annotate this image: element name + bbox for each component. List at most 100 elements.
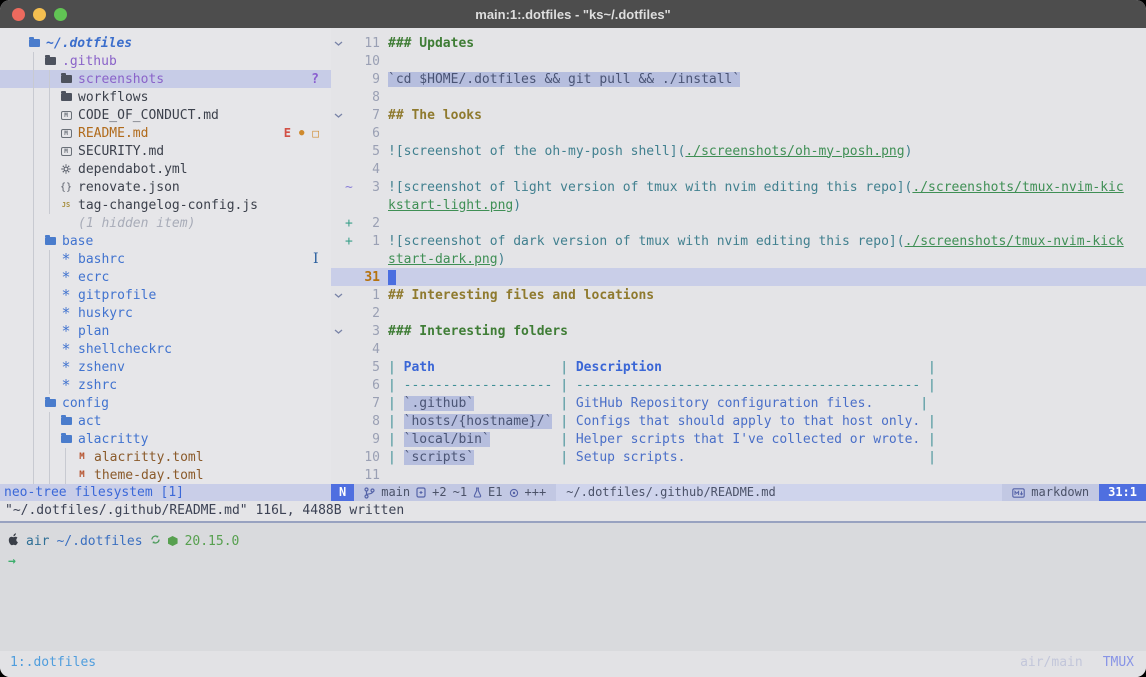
traffic-lights — [12, 8, 67, 21]
buffer-line[interactable]: 8 — [331, 88, 1146, 106]
fold-marker-icon[interactable] — [331, 291, 345, 300]
text-segment: | — [920, 360, 936, 375]
tree-item-config[interactable]: config — [0, 394, 331, 412]
tree-item-label: config — [62, 396, 109, 411]
git-status-badges: E●□ — [284, 127, 331, 139]
buffer-line[interactable]: +1![screenshot of dark version of tmux w… — [331, 232, 1146, 250]
toml-icon: M — [76, 452, 88, 462]
buffer-line[interactable]: 2 — [331, 304, 1146, 322]
fold-marker-icon[interactable] — [331, 111, 345, 120]
toml-icon: M — [76, 470, 88, 480]
line-number: 1 — [355, 288, 380, 303]
node-version: 20.15.0 — [185, 534, 240, 549]
shell-pane[interactable]: air ~/.dotfiles 20.15.0 → — [0, 523, 1146, 651]
line-number: 8 — [355, 90, 380, 105]
text-segment: | — [920, 432, 936, 447]
folder-glyph — [61, 417, 72, 425]
line-number: 4 — [355, 162, 380, 177]
inline-code-span: `hosts/{hostname}/` — [404, 414, 553, 429]
buffer-line[interactable]: +2 — [331, 214, 1146, 232]
tmux-window-name[interactable]: 1:.dotfiles — [10, 655, 96, 670]
buffer-line[interactable]: 11 — [331, 466, 1146, 484]
file-diff-icon — [416, 487, 426, 498]
line-number: 10 — [355, 450, 380, 465]
buffer-line[interactable]: 5| Path | Description | — [331, 358, 1146, 376]
fold-marker-icon[interactable] — [331, 39, 345, 48]
tree-guide — [49, 412, 50, 484]
text-segment — [662, 360, 920, 375]
text-segment: ## The looks — [388, 108, 482, 123]
text-segment: | — [552, 396, 575, 411]
git-sign — [345, 342, 355, 357]
file-tree[interactable]: ~/.dotfiles.githubscreenshots?workflowsM… — [0, 28, 331, 484]
buffer-line[interactable]: 31 — [331, 268, 1146, 286]
tree-item-label: alacritty — [78, 432, 148, 447]
tree-item--1-hidden-item-[interactable]: (1 hidden item) — [0, 214, 331, 232]
statusline-filetype-section: markdown — [1002, 484, 1099, 501]
markdown-file-glyph: M — [61, 111, 72, 120]
titlebar: main:1:.dotfiles - "ks~/.dotfiles" — [0, 0, 1146, 28]
shell-prompt: air ~/.dotfiles 20.15.0 — [8, 531, 1146, 551]
buffer-line[interactable]: start-dark.png) — [331, 250, 1146, 268]
folder-glyph — [61, 75, 72, 83]
markdown-buffer[interactable]: 11### Updates 10 9`cd $HOME/.dotfiles &&… — [331, 28, 1146, 484]
line-number: 6 — [355, 126, 380, 141]
tree-item-label: bashrc — [78, 252, 125, 267]
buffer-line[interactable]: kstart-light.png) — [331, 196, 1146, 214]
tree-item--dotfiles[interactable]: ~/.dotfiles — [0, 34, 331, 52]
buffer-line[interactable]: 10| `scripts` | Setup scripts. | — [331, 448, 1146, 466]
line-number: 2 — [355, 306, 380, 321]
tmux-right-status: air/main TMUX — [1020, 655, 1134, 670]
dotfile-star-icon: * — [60, 308, 72, 318]
minimize-window-button[interactable] — [33, 8, 46, 21]
line-number: 9 — [355, 432, 380, 447]
buffer-line[interactable]: 5![screenshot of the oh-my-posh shell](.… — [331, 142, 1146, 160]
tree-guide — [33, 52, 34, 484]
git-sign — [345, 126, 355, 141]
buffer-line[interactable]: 8| `hosts/{hostname}/` | Configs that sh… — [331, 412, 1146, 430]
inline-code-span: `.github` — [404, 396, 474, 411]
text-segment: | — [388, 378, 404, 393]
tree-item-base[interactable]: base — [0, 232, 331, 250]
plugin-updates: +++ — [525, 484, 547, 501]
close-window-button[interactable] — [12, 8, 25, 21]
folder-icon — [60, 75, 72, 83]
line-number: 3 — [355, 180, 380, 195]
buffer-line[interactable]: 3### Interesting folders — [331, 322, 1146, 340]
tree-item-label: gitprofile — [78, 288, 156, 303]
buffer-line[interactable]: 11### Updates — [331, 34, 1146, 52]
git-sign: ~ — [345, 180, 355, 195]
tree-item-label: plan — [78, 324, 109, 339]
buffer-line[interactable]: 1## Interesting files and locations — [331, 286, 1146, 304]
line-number: 11 — [355, 468, 380, 483]
buffer-line[interactable]: 6 — [331, 124, 1146, 142]
tree-guide — [65, 448, 66, 484]
tree-item--github[interactable]: .github — [0, 52, 331, 70]
buffer-line[interactable]: 10 — [331, 52, 1146, 70]
tree-item-label: zshrc — [78, 378, 117, 393]
markdown-file-icon: M — [60, 111, 72, 120]
zoom-window-button[interactable] — [54, 8, 67, 21]
prompt-arrow-icon: → — [8, 551, 1146, 571]
git-sign: + — [345, 216, 355, 231]
fold-marker-icon[interactable] — [331, 327, 345, 336]
buffer-line[interactable]: 4 — [331, 340, 1146, 358]
buffer-line[interactable]: ~3![screenshot of light version of tmux … — [331, 178, 1146, 196]
terminal-window: main:1:.dotfiles - "ks~/.dotfiles" ~/.do… — [0, 0, 1146, 677]
folder-icon — [44, 57, 56, 65]
untracked-badge: ? — [311, 73, 319, 86]
buffer-line[interactable]: 7| `.github` | GitHub Repository configu… — [331, 394, 1146, 412]
buffer-line[interactable]: 7## The looks — [331, 106, 1146, 124]
git-sign — [345, 36, 355, 51]
text-segment: | — [552, 360, 575, 375]
markdown-file-icon: M — [60, 147, 72, 156]
text-segment: ### Interesting folders — [388, 324, 568, 339]
folder-icon — [60, 93, 72, 101]
line-number: 4 — [355, 342, 380, 357]
buffer-line[interactable]: 4 — [331, 160, 1146, 178]
buffer-line[interactable]: 6| ------------------- | ---------------… — [331, 376, 1146, 394]
buffer-line[interactable]: 9`cd $HOME/.dotfiles && git pull && ./in… — [331, 70, 1146, 88]
tree-item-label: .github — [62, 54, 117, 69]
buffer-line[interactable]: 9| `local/bin` | Helper scripts that I'v… — [331, 430, 1146, 448]
git-sign — [345, 252, 355, 267]
